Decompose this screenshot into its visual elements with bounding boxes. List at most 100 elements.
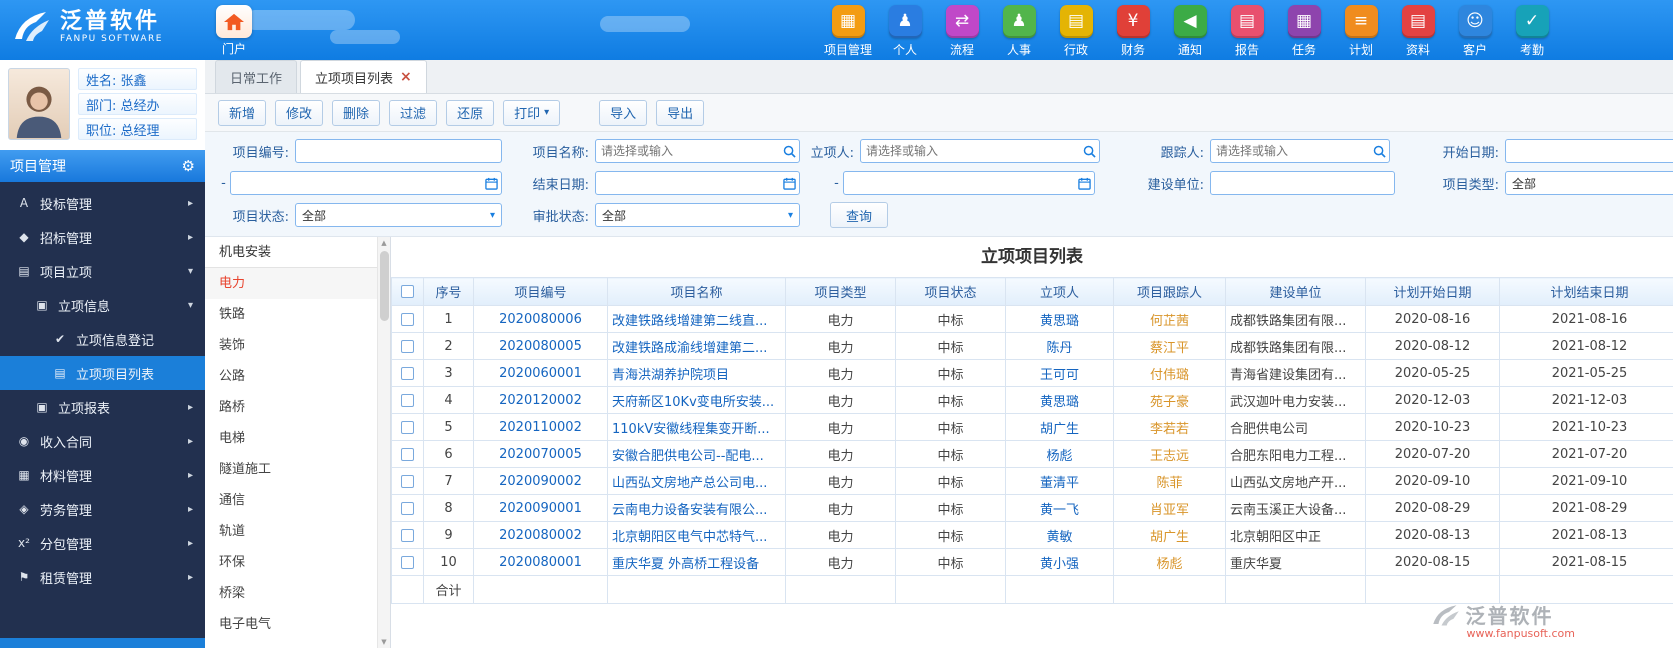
nav-portal[interactable]: 门户 xyxy=(216,5,252,57)
table-row[interactable]: 7 2020090002 山西弘文房地产总公司电... 电力 中标 董清平 陈菲… xyxy=(392,468,1673,495)
cell-project-name-link[interactable]: 110kV安徽线程集变开断... xyxy=(608,414,786,441)
top-nav-item[interactable]: ☺ 客户 xyxy=(1450,5,1500,58)
end-date-to-input[interactable] xyxy=(843,171,1095,195)
sidebar-menu-item[interactable]: ▣ 立项报表 ▸ xyxy=(0,390,205,424)
category-item[interactable]: 路桥 xyxy=(205,392,377,423)
table-row[interactable]: 9 2020080002 北京朝阳区电气中芯特气... 电力 中标 黄敏 胡广生… xyxy=(392,522,1673,549)
column-header[interactable]: 项目类型 xyxy=(786,278,896,306)
toolbar-button[interactable]: 修改 ▾ xyxy=(275,100,323,126)
category-item[interactable]: 电力 xyxy=(205,268,377,299)
cell-project-code-link[interactable]: 2020080005 xyxy=(474,333,608,360)
sidebar-menu-item[interactable]: x² 分包管理 ▸ xyxy=(0,526,205,560)
column-header[interactable]: 计划结束日期 xyxy=(1500,278,1673,306)
sidebar-menu-item[interactable]: ▣ 立项信息 ▾ xyxy=(0,288,205,322)
cell-project-name-link[interactable]: 青海洪湖养护院项目 xyxy=(608,360,786,387)
cell-project-name-link[interactable]: 安徽合肥供电公司--配电... xyxy=(608,441,786,468)
category-item[interactable]: 轨道 xyxy=(205,516,377,547)
toolbar-button[interactable]: 删除 ▾ xyxy=(332,100,380,126)
category-item[interactable]: 公路 xyxy=(205,361,377,392)
cell-project-code-link[interactable]: 2020060001 xyxy=(474,360,608,387)
cell-tracker[interactable]: 肖亚军 xyxy=(1114,495,1226,522)
calendar-icon[interactable] xyxy=(782,176,796,190)
cell-project-code-link[interactable]: 2020090002 xyxy=(474,468,608,495)
column-header[interactable]: 立项人 xyxy=(1006,278,1114,306)
row-checkbox[interactable] xyxy=(401,367,414,380)
row-checkbox[interactable] xyxy=(401,313,414,326)
top-nav-item[interactable]: ¥ 财务 xyxy=(1108,5,1158,58)
row-checkbox[interactable] xyxy=(401,475,414,488)
search-icon[interactable] xyxy=(1372,144,1386,158)
cell-initiator[interactable]: 黄敏 xyxy=(1006,522,1114,549)
search-icon[interactable] xyxy=(1082,144,1096,158)
cell-project-name-link[interactable]: 北京朝阳区电气中芯特气... xyxy=(608,522,786,549)
top-nav-item[interactable]: ≡ 计划 xyxy=(1336,5,1386,58)
category-item[interactable]: 电子电气 xyxy=(205,609,377,640)
top-nav-item[interactable]: ⇄ 流程 xyxy=(937,5,987,58)
cell-project-name-link[interactable]: 山西弘文房地产总公司电... xyxy=(608,468,786,495)
tab[interactable]: 日常工作 × xyxy=(215,60,297,93)
cell-initiator[interactable]: 黄一飞 xyxy=(1006,495,1114,522)
cell-initiator[interactable]: 杨彪 xyxy=(1006,441,1114,468)
top-nav-item[interactable]: ✓ 考勤 xyxy=(1507,5,1557,58)
table-row[interactable]: 1 2020080006 改建铁路线增建第二线直... 电力 中标 黄思璐 何芷… xyxy=(392,306,1673,333)
cell-project-code-link[interactable]: 2020080006 xyxy=(474,306,608,333)
column-header[interactable]: 项目状态 xyxy=(896,278,1006,306)
initiator-input[interactable] xyxy=(860,139,1100,163)
sidebar-menu-item[interactable]: ▤ 项目立项 ▾ xyxy=(0,254,205,288)
row-checkbox[interactable] xyxy=(401,556,414,569)
project-name-input[interactable] xyxy=(595,139,800,163)
toolbar-button[interactable]: 导入 ▾ xyxy=(599,100,647,126)
toolbar-button[interactable]: 新增 ▾ xyxy=(218,100,266,126)
cell-project-code-link[interactable]: 2020080001 xyxy=(474,549,608,576)
cell-project-code-link[interactable]: 2020080002 xyxy=(474,522,608,549)
category-item[interactable]: 装饰 xyxy=(205,330,377,361)
gear-icon[interactable]: ⚙ xyxy=(182,157,195,175)
cell-project-name-link[interactable]: 天府新区10Kv变电所安装... xyxy=(608,387,786,414)
cell-tracker[interactable]: 杨彪 xyxy=(1114,549,1226,576)
column-header[interactable]: 项目名称 xyxy=(608,278,786,306)
sidebar-menu-item[interactable]: ▦ 材料管理 ▸ xyxy=(0,458,205,492)
category-item[interactable]: 铁路 xyxy=(205,299,377,330)
category-item[interactable]: 环保 xyxy=(205,547,377,578)
table-row[interactable]: 3 2020060001 青海洪湖养护院项目 电力 中标 王可可 付伟璐 青海省… xyxy=(392,360,1673,387)
end-date-input[interactable] xyxy=(595,171,800,195)
toolbar-button[interactable]: 还原 ▾ xyxy=(446,100,494,126)
row-checkbox[interactable] xyxy=(401,394,414,407)
sidebar-menu-item[interactable]: ◈ 劳务管理 ▸ xyxy=(0,492,205,526)
project-no-input[interactable] xyxy=(295,139,502,163)
top-nav-item[interactable]: ▤ 资料 xyxy=(1393,5,1443,58)
cell-initiator[interactable]: 黄思璐 xyxy=(1006,306,1114,333)
table-row[interactable]: 4 2020120002 天府新区10Kv变电所安装... 电力 中标 黄思璐 … xyxy=(392,387,1673,414)
top-nav-item[interactable]: ▦ 任务 xyxy=(1279,5,1329,58)
select-all-checkbox[interactable] xyxy=(401,285,414,298)
scrollbar-thumb[interactable] xyxy=(380,251,389,321)
start-date-input[interactable] xyxy=(1505,139,1673,163)
row-checkbox[interactable] xyxy=(401,340,414,353)
sidebar-section-header[interactable]: 项目管理 ⚙ xyxy=(0,150,205,182)
top-nav-item[interactable]: ♟ 人事 xyxy=(994,5,1044,58)
cell-initiator[interactable]: 黄思璐 xyxy=(1006,387,1114,414)
cell-project-name-link[interactable]: 改建铁路成渝线增建第二... xyxy=(608,333,786,360)
table-row[interactable]: 6 2020070005 安徽合肥供电公司--配电... 电力 中标 杨彪 王志… xyxy=(392,441,1673,468)
category-item[interactable]: 隧道施工 xyxy=(205,454,377,485)
toolbar-button[interactable]: 过滤 ▾ xyxy=(389,100,437,126)
cell-tracker[interactable]: 何芷茜 xyxy=(1114,306,1226,333)
column-header[interactable]: 建设单位 xyxy=(1226,278,1366,306)
scroll-up-icon[interactable]: ▲ xyxy=(381,237,386,249)
sidebar-menu-item[interactable]: ▤ 立项项目列表 xyxy=(0,356,205,390)
cell-project-name-link[interactable]: 改建铁路线增建第二线直... xyxy=(608,306,786,333)
cell-project-name-link[interactable]: 重庆华夏 外高桥工程设备 xyxy=(608,549,786,576)
sidebar-menu-item[interactable]: ✔ 立项信息登记 xyxy=(0,322,205,356)
table-row[interactable]: 5 2020110002 110kV安徽线程集变开断... 电力 中标 胡广生 … xyxy=(392,414,1673,441)
cell-initiator[interactable]: 胡广生 xyxy=(1006,414,1114,441)
cell-initiator[interactable]: 黄小强 xyxy=(1006,549,1114,576)
column-header[interactable]: 项目跟踪人 xyxy=(1114,278,1226,306)
calendar-icon[interactable] xyxy=(1077,176,1091,190)
sidebar-menu-item[interactable]: ◆ 招标管理 ▸ xyxy=(0,220,205,254)
query-button[interactable]: 查询 xyxy=(830,202,888,228)
scroll-down-icon[interactable]: ▼ xyxy=(381,636,386,648)
cell-tracker[interactable]: 蔡江平 xyxy=(1114,333,1226,360)
calendar-icon[interactable] xyxy=(484,176,498,190)
start-date-to-input[interactable] xyxy=(230,171,502,195)
sidebar-menu-item[interactable]: A 投标管理 ▸ xyxy=(0,186,205,220)
